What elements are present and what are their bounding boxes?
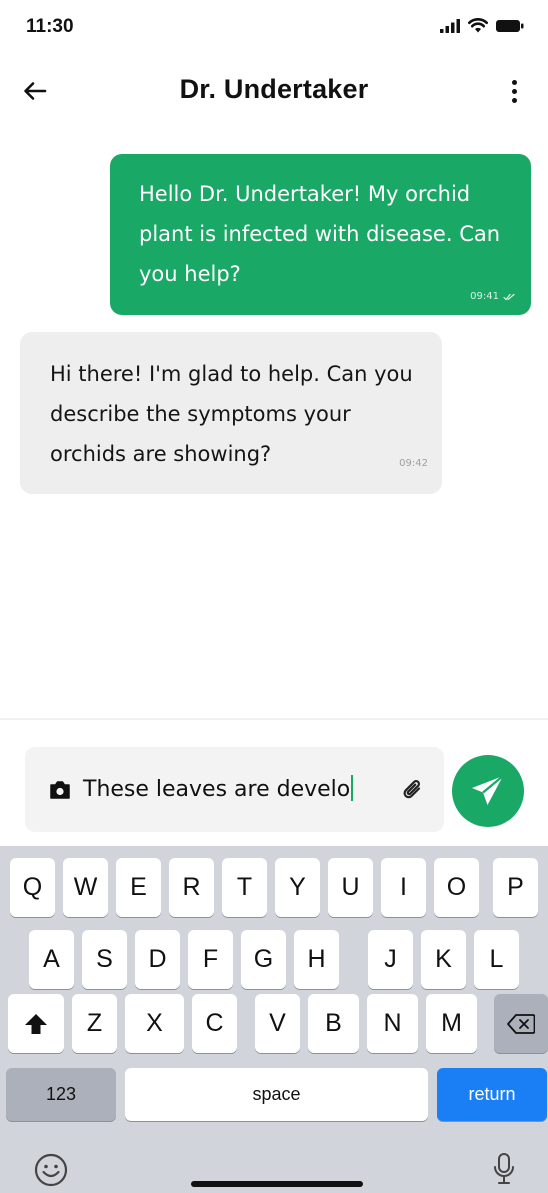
chat-title: Dr. Undertaker bbox=[179, 74, 369, 104]
text-caret bbox=[351, 775, 354, 801]
backspace-icon bbox=[507, 1013, 535, 1034]
keyboard: Q W E R T Y U I O P A S D F G H J K L Z … bbox=[0, 846, 548, 1193]
key-r[interactable]: R bbox=[169, 858, 214, 917]
back-button[interactable] bbox=[18, 74, 52, 108]
shift-key[interactable] bbox=[8, 994, 64, 1053]
key-v[interactable]: V bbox=[255, 994, 300, 1053]
key-m[interactable]: M bbox=[426, 994, 477, 1053]
message-text: Hi there! I'm glad to help. Can you desc… bbox=[50, 362, 413, 466]
input-value: These leaves are develo bbox=[83, 777, 351, 802]
message-input-text: These leaves are develo bbox=[83, 775, 354, 802]
return-key[interactable]: return bbox=[437, 1068, 547, 1121]
key-j[interactable]: J bbox=[368, 930, 413, 989]
key-k[interactable]: K bbox=[421, 930, 466, 989]
key-u[interactable]: U bbox=[328, 858, 373, 917]
key-x[interactable]: X bbox=[125, 994, 184, 1053]
key-e[interactable]: E bbox=[116, 858, 161, 917]
key-t[interactable]: T bbox=[222, 858, 267, 917]
camera-icon[interactable] bbox=[49, 780, 71, 800]
key-n[interactable]: N bbox=[367, 994, 418, 1053]
backspace-key[interactable] bbox=[494, 994, 548, 1053]
send-button[interactable] bbox=[452, 755, 524, 827]
status-time: 11:30 bbox=[26, 16, 74, 37]
numbers-key[interactable]: 123 bbox=[6, 1068, 116, 1121]
key-p[interactable]: P bbox=[493, 858, 538, 917]
message-meta: 09:41 bbox=[470, 291, 515, 303]
space-key[interactable]: space bbox=[125, 1068, 428, 1121]
wifi-icon bbox=[468, 18, 488, 33]
key-d[interactable]: D bbox=[135, 930, 180, 989]
outgoing-message[interactable]: Hello Dr. Undertaker! My orchid plant is… bbox=[110, 154, 531, 315]
key-o[interactable]: O bbox=[434, 858, 479, 917]
incoming-message[interactable]: Hi there! I'm glad to help. Can you desc… bbox=[20, 332, 442, 494]
double-check-icon bbox=[503, 293, 515, 301]
key-w[interactable]: W bbox=[63, 858, 108, 917]
key-l[interactable]: L bbox=[474, 930, 519, 989]
key-b[interactable]: B bbox=[308, 994, 359, 1053]
key-h[interactable]: H bbox=[294, 930, 339, 989]
message-time: 09:41 bbox=[470, 291, 499, 302]
battery-icon bbox=[496, 20, 524, 32]
paperclip-icon[interactable] bbox=[402, 778, 424, 802]
shift-icon bbox=[25, 1013, 47, 1034]
emoji-icon[interactable] bbox=[34, 1153, 68, 1187]
key-y[interactable]: Y bbox=[275, 858, 320, 917]
message-input[interactable]: These leaves are develo bbox=[25, 747, 444, 832]
mic-icon[interactable] bbox=[493, 1152, 515, 1186]
message-text: Hello Dr. Undertaker! My orchid plant is… bbox=[139, 182, 501, 286]
more-vertical-icon bbox=[511, 79, 517, 103]
key-q[interactable]: Q bbox=[10, 858, 55, 917]
back-arrow-icon bbox=[24, 82, 47, 100]
message-time: 09:42 bbox=[399, 458, 428, 469]
key-a[interactable]: A bbox=[29, 930, 74, 989]
home-indicator bbox=[191, 1181, 363, 1187]
key-z[interactable]: Z bbox=[72, 994, 117, 1053]
status-icons bbox=[440, 18, 524, 33]
key-f[interactable]: F bbox=[188, 930, 233, 989]
key-g[interactable]: G bbox=[241, 930, 286, 989]
send-icon bbox=[472, 775, 504, 805]
key-c[interactable]: C bbox=[192, 994, 237, 1053]
signal-icon bbox=[440, 19, 460, 33]
more-options-button[interactable] bbox=[504, 74, 524, 108]
key-i[interactable]: I bbox=[381, 858, 426, 917]
key-s[interactable]: S bbox=[82, 930, 127, 989]
composer-divider bbox=[0, 718, 548, 720]
